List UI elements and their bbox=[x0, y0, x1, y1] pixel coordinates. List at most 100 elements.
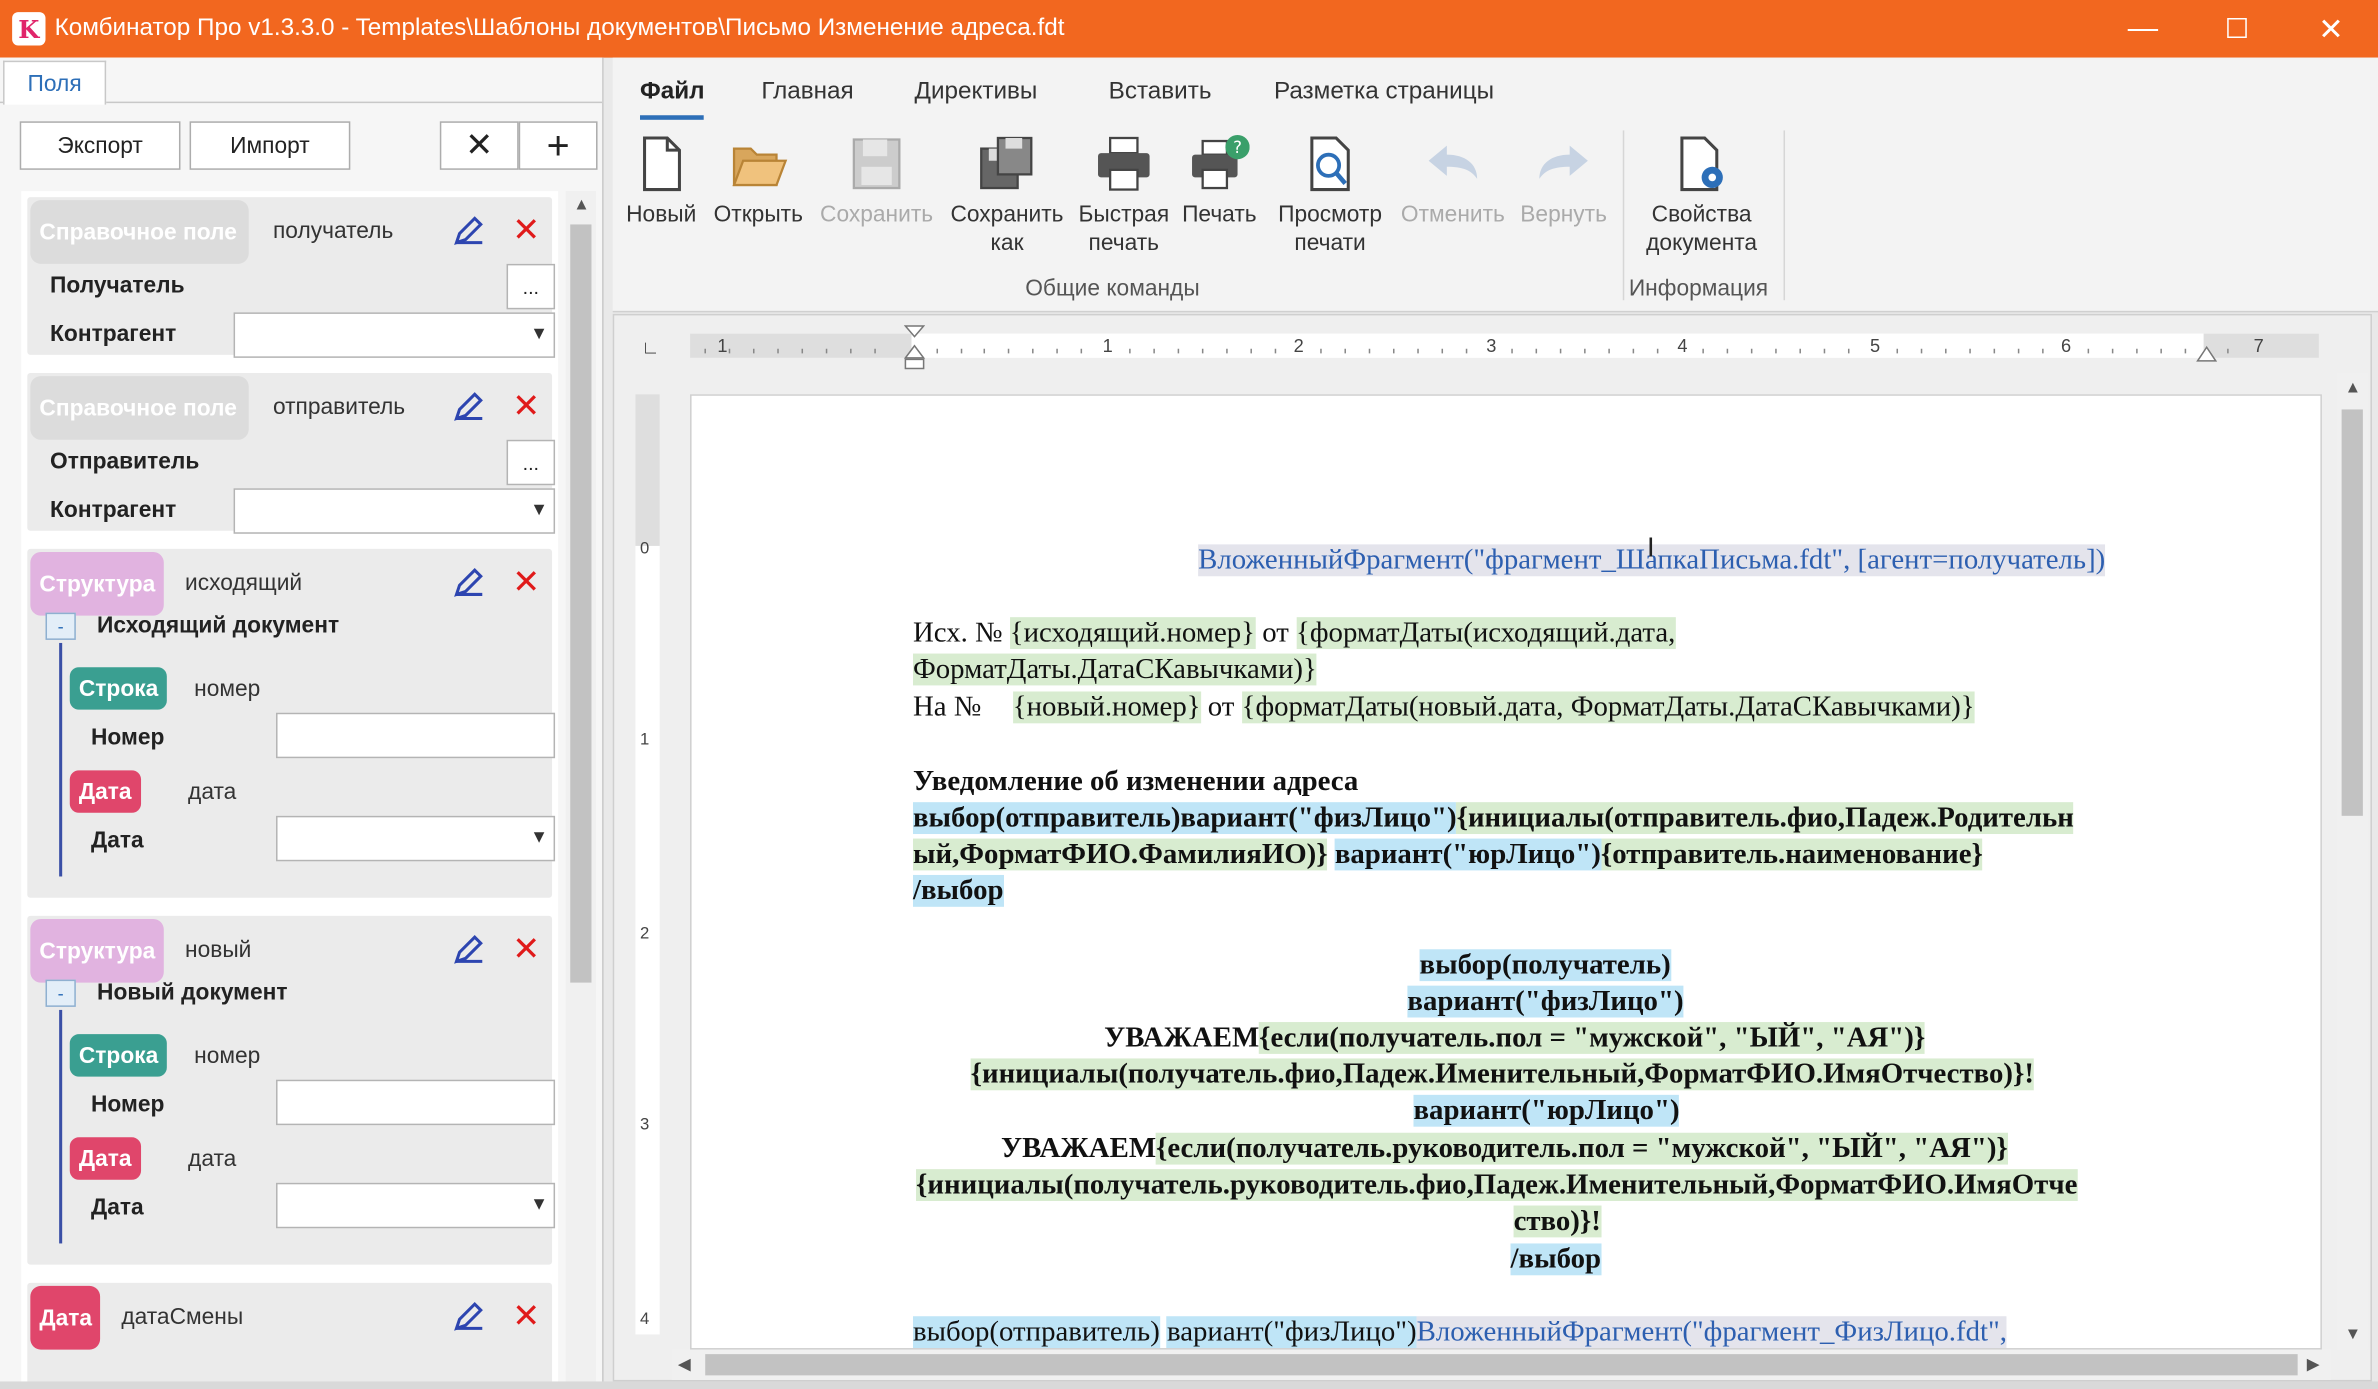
ruler-number: 2 bbox=[1293, 335, 1304, 357]
horizontal-ruler[interactable]: 1 1 2 3 4 5 6 7 bbox=[690, 325, 2319, 370]
vertical-ruler[interactable]: 0 1 2 3 4 bbox=[635, 394, 660, 1335]
print-preview-button[interactable]: Просмотр печати bbox=[1271, 133, 1389, 257]
delete-field-icon[interactable]: ✕ bbox=[510, 387, 543, 426]
delete-field-icon[interactable]: ✕ bbox=[510, 1297, 543, 1336]
minimize-button[interactable]: — bbox=[2096, 0, 2190, 58]
save-as-button[interactable]: Сохранить как bbox=[946, 133, 1067, 257]
text-cursor-icon: I bbox=[1647, 532, 1655, 563]
tab-home[interactable]: Главная bbox=[761, 79, 853, 106]
browse-button[interactable]: ... bbox=[506, 439, 556, 486]
doc-line-recipient-choice[interactable]: выбор(получатель) bbox=[1419, 949, 1671, 982]
field-name: новый bbox=[185, 937, 252, 963]
collapse-toggle[interactable]: - bbox=[45, 979, 76, 1007]
document-horizontal-scrollbar[interactable]: ◀ ▶ bbox=[671, 1349, 2332, 1380]
indent-marker-icon[interactable] bbox=[903, 325, 926, 370]
status-strip bbox=[0, 1381, 2378, 1389]
doc-line-variant-legal[interactable]: вариант("юрЛицо") bbox=[1413, 1094, 1680, 1128]
date-picker[interactable] bbox=[276, 1182, 556, 1229]
button-label: Свойства bbox=[1651, 201, 1752, 228]
scroll-left-arrow-icon[interactable]: ◀ bbox=[678, 1354, 691, 1374]
date-picker[interactable] bbox=[276, 815, 556, 862]
field-card-change-date: Дата датаСмены ✕ bbox=[27, 1282, 553, 1389]
ribbon-separator bbox=[1622, 130, 1625, 301]
doc-line-reply-to[interactable]: На № {новый.номер} от {форматДаты(новый.… bbox=[913, 691, 1975, 724]
scroll-up-arrow-icon[interactable]: ▲ bbox=[573, 196, 590, 214]
doc-line-end-choice[interactable]: /выбор bbox=[1510, 1243, 1602, 1276]
number-input[interactable] bbox=[276, 1079, 556, 1126]
add-field-button[interactable]: + bbox=[518, 121, 598, 170]
print-button[interactable]: ? Печать bbox=[1177, 133, 1262, 229]
tab-fields[interactable]: Поля bbox=[3, 60, 107, 105]
counterparty-combo[interactable] bbox=[233, 312, 556, 358]
delete-field-button[interactable]: ✕ bbox=[439, 121, 519, 170]
doc-line-initials[interactable]: {инициалы(получатель.фио,Падеж.Именитель… bbox=[970, 1058, 2034, 1091]
tab-insert[interactable]: Вставить bbox=[1109, 79, 1212, 106]
delete-field-icon[interactable]: ✕ bbox=[510, 930, 543, 969]
delete-field-icon[interactable]: ✕ bbox=[510, 563, 543, 602]
structure-chip: Структура bbox=[30, 551, 164, 616]
delete-field-icon[interactable]: ✕ bbox=[510, 211, 543, 250]
doc-line-head-initials[interactable]: {инициалы(получатель.руководитель.фио,Па… bbox=[916, 1169, 2078, 1202]
tab-file[interactable]: Файл bbox=[640, 79, 705, 106]
redo-button[interactable]: Вернуть bbox=[1514, 133, 1614, 229]
doc-line-outgoing[interactable]: Исх. № {исходящий.номер} от {форматДаты(… bbox=[913, 617, 1676, 650]
field-label: Контрагент bbox=[50, 497, 177, 524]
scrollbar-thumb[interactable] bbox=[705, 1354, 2298, 1376]
maximize-button[interactable]: ☐ bbox=[2190, 0, 2284, 58]
fields-scrollbar[interactable]: ▲ ▼ bbox=[565, 191, 597, 1389]
tab-page-layout[interactable]: Разметка страницы bbox=[1274, 79, 1494, 106]
edit-pencil-icon[interactable] bbox=[452, 390, 485, 423]
edit-pencil-icon[interactable] bbox=[452, 933, 485, 966]
field-name: отправитель bbox=[272, 394, 406, 421]
quick-print-button[interactable]: Быстрая печать bbox=[1077, 133, 1171, 257]
tab-stop-icon[interactable]: ∟ bbox=[642, 337, 660, 358]
tab-directives[interactable]: Директивы bbox=[915, 79, 1038, 106]
doc-line-subject[interactable]: Уведомление об изменении адреса bbox=[913, 766, 1358, 799]
scroll-down-arrow-icon[interactable]: ▼ bbox=[2345, 1325, 2362, 1343]
open-button[interactable]: Открыть bbox=[707, 133, 810, 229]
doc-line-end-choice[interactable]: /выбор bbox=[912, 874, 1004, 908]
button-label: Печать bbox=[1182, 201, 1257, 228]
edit-pencil-icon[interactable] bbox=[452, 214, 485, 247]
scrollbar-thumb[interactable] bbox=[2341, 409, 2363, 816]
doc-line-variant-person[interactable]: вариант("физЛицо") bbox=[1407, 985, 1684, 1019]
doc-line-sender-choice[interactable]: выбор(отправитель)вариант("физЛицо"){ини… bbox=[912, 802, 2074, 835]
export-button[interactable]: Экспорт bbox=[19, 121, 181, 170]
import-button[interactable]: Импорт bbox=[189, 121, 351, 170]
field-card-outgoing: Структура исходящий ✕ - Исходящий докуме… bbox=[27, 548, 556, 898]
window-title: Комбинатор Про v1.3.3.0 - Templates\Шабл… bbox=[54, 15, 1065, 41]
counterparty-combo[interactable] bbox=[233, 488, 556, 534]
document-properties-button[interactable]: Свойства документа bbox=[1626, 133, 1778, 257]
right-indent-marker-icon[interactable] bbox=[2196, 345, 2218, 364]
scroll-up-arrow-icon[interactable]: ▲ bbox=[2345, 379, 2362, 397]
doc-line-outgoing-cont[interactable]: ФорматДаты.ДатаСКавычками)} bbox=[912, 653, 1317, 687]
edit-pencil-icon[interactable] bbox=[452, 1300, 485, 1333]
save-button[interactable]: Сохранить bbox=[816, 133, 937, 229]
document-vertical-scrollbar[interactable]: ▲ ▼ bbox=[2337, 373, 2368, 1350]
doc-line-greeting-head[interactable]: УВАЖАЕМ{если(получатель.руководитель.пол… bbox=[1001, 1132, 2008, 1166]
doc-line-sender-choice-cont[interactable]: ый,ФорматФИО.ФамилияИО)} вариант("юрЛицо… bbox=[912, 838, 1983, 872]
scrollbar-thumb[interactable] bbox=[570, 224, 592, 983]
structure-chip: Структура bbox=[30, 918, 164, 983]
doc-line-greeting[interactable]: УВАЖАЕМ{если(получатель.пол = "мужской",… bbox=[1104, 1022, 1926, 1055]
field-name: номер bbox=[194, 1043, 261, 1070]
number-input[interactable] bbox=[276, 712, 556, 759]
button-label: Отменить bbox=[1400, 201, 1505, 228]
group-label-common: Общие команды bbox=[1025, 275, 1200, 302]
ruler-number: 6 bbox=[2061, 335, 2072, 357]
close-button[interactable]: ✕ bbox=[2284, 0, 2378, 58]
collapse-toggle[interactable]: - bbox=[45, 612, 76, 640]
undo-button[interactable]: Отменить bbox=[1398, 133, 1507, 229]
ruler-number: 3 bbox=[640, 1116, 650, 1135]
scroll-right-arrow-icon[interactable]: ▶ bbox=[2307, 1354, 2320, 1374]
group-label-info: Информация bbox=[1628, 275, 1769, 302]
document-page[interactable]: ВложенныйФрагмент("фрагмент_ШапкаПисьма.… bbox=[690, 394, 2322, 1350]
doc-line-sender-fragment[interactable]: выбор(отправитель) вариант("физЛицо")Вло… bbox=[912, 1316, 2007, 1349]
browse-button[interactable]: ... bbox=[506, 263, 556, 310]
field-label: Отправитель bbox=[50, 448, 200, 475]
edit-pencil-icon[interactable] bbox=[452, 566, 485, 599]
new-button[interactable]: Новый bbox=[622, 133, 701, 229]
field-label: Дата bbox=[90, 827, 144, 854]
title-bar: K Комбинатор Про v1.3.3.0 - Templates\Ша… bbox=[0, 0, 2378, 58]
doc-line-head-initials-cont[interactable]: ство)}! bbox=[1513, 1205, 1601, 1239]
